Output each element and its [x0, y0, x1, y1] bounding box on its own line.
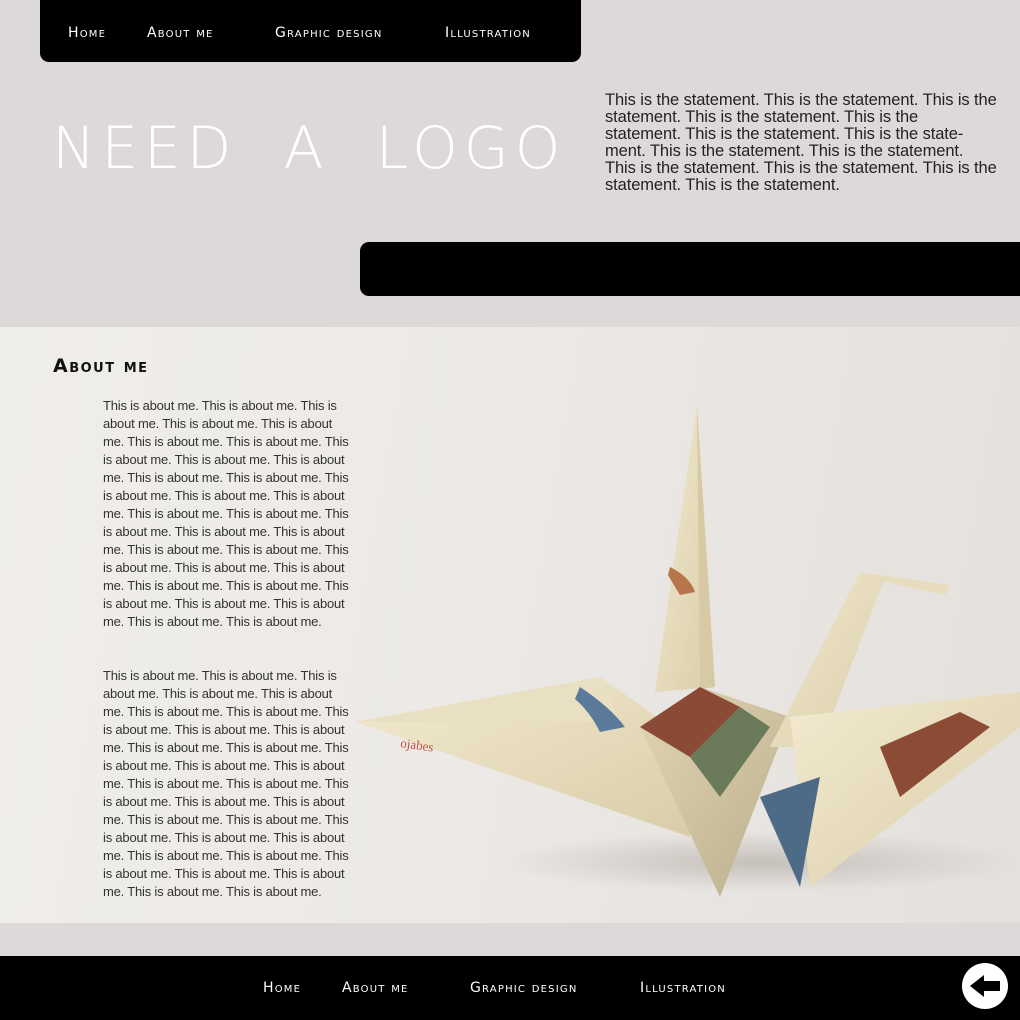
nav-about-me[interactable]: About me [147, 24, 214, 42]
nav-home[interactable]: Home [68, 24, 106, 42]
footer-nav: Home About me Graphic design Illustratio… [0, 956, 1020, 1020]
footer-nav-graphic-design[interactable]: Graphic design [470, 979, 578, 997]
back-button[interactable] [962, 963, 1008, 1009]
about-heading: About me [53, 355, 149, 377]
nav-graphic-design[interactable]: Graphic design [275, 24, 383, 42]
photo-print-text: ojabes [400, 735, 435, 754]
decorative-bar [360, 242, 1020, 296]
footer-nav-home[interactable]: Home [263, 979, 301, 997]
logo-title: NEED A LOGO [52, 114, 567, 182]
footer-nav-illustration[interactable]: Illustration [640, 979, 726, 997]
top-nav: Home About me Graphic design Illustratio… [40, 0, 581, 62]
nav-illustration[interactable]: Illustration [445, 24, 531, 42]
back-arrow-icon [970, 975, 1000, 997]
footer-nav-about-me[interactable]: About me [342, 979, 409, 997]
statement-text: This is the statement. This is the state… [605, 91, 997, 194]
about-paragraph: This is about me. This is about me. This… [103, 398, 349, 629]
about-section: ojabes About me This is about me. This i… [0, 327, 1020, 923]
about-paragraph: This is about me. This is about me. This… [103, 668, 349, 899]
